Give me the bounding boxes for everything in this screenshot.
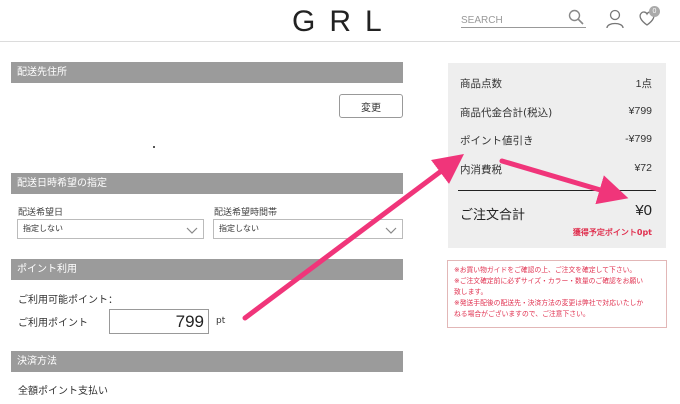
annotation-arrows [242, 154, 629, 321]
arrow-to-point-discount [242, 154, 465, 321]
arrow-to-order-total [499, 158, 629, 205]
